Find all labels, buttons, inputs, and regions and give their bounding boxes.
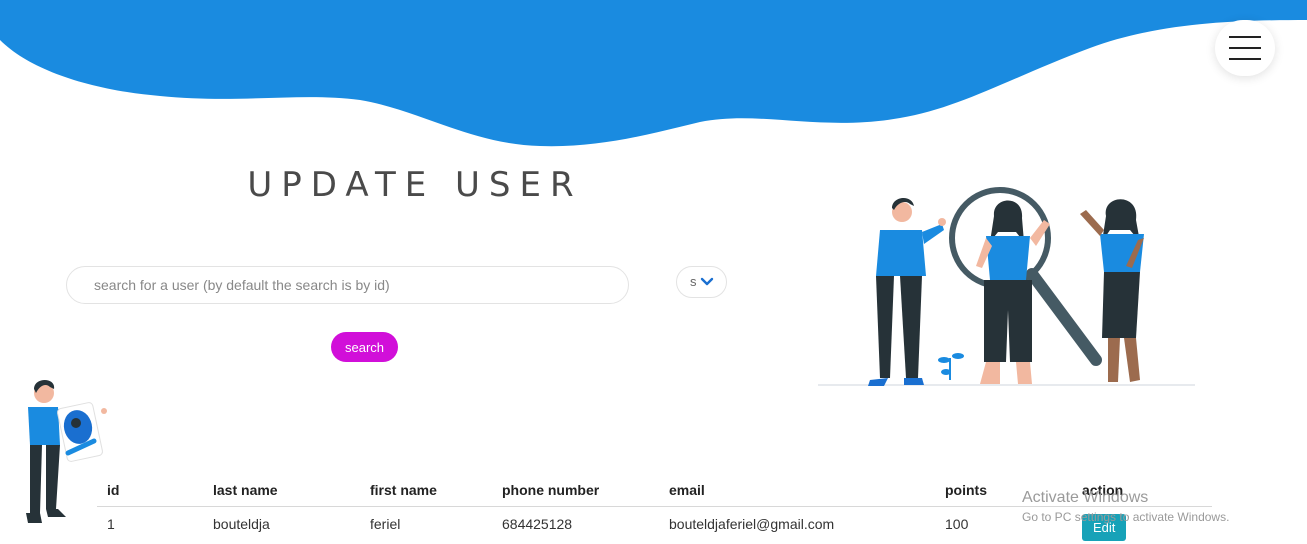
search-button[interactable]: search [331,332,398,362]
activate-windows-watermark: Activate Windows Go to PC settings to ac… [1022,489,1229,524]
hamburger-icon [1229,36,1261,38]
header-wave [0,0,1307,147]
page-title: UPDATE USER [247,165,583,205]
col-id: id [97,475,203,507]
team-illustration [818,187,1195,386]
cell-phone: 684425128 [502,516,573,532]
select-value: s [690,274,697,289]
cell-first-name: feriel [370,516,401,532]
search-input[interactable] [66,266,629,304]
menu-button[interactable] [1215,20,1275,76]
cell-last-name: bouteldja [213,516,270,532]
col-last-name: last name [203,475,360,507]
chevron-down-icon [700,277,714,286]
watermark-title: Activate Windows [1022,489,1149,506]
col-first-name: first name [360,475,492,507]
cell-email: bouteldjaferiel@gmail.com [669,516,835,532]
watermark-subtitle: Go to PC settings to activate Windows. [1022,510,1230,524]
col-phone: phone number [492,475,659,507]
col-email: email [659,475,935,507]
search-type-select[interactable]: s [676,266,727,298]
cell-id: 1 [107,516,115,532]
